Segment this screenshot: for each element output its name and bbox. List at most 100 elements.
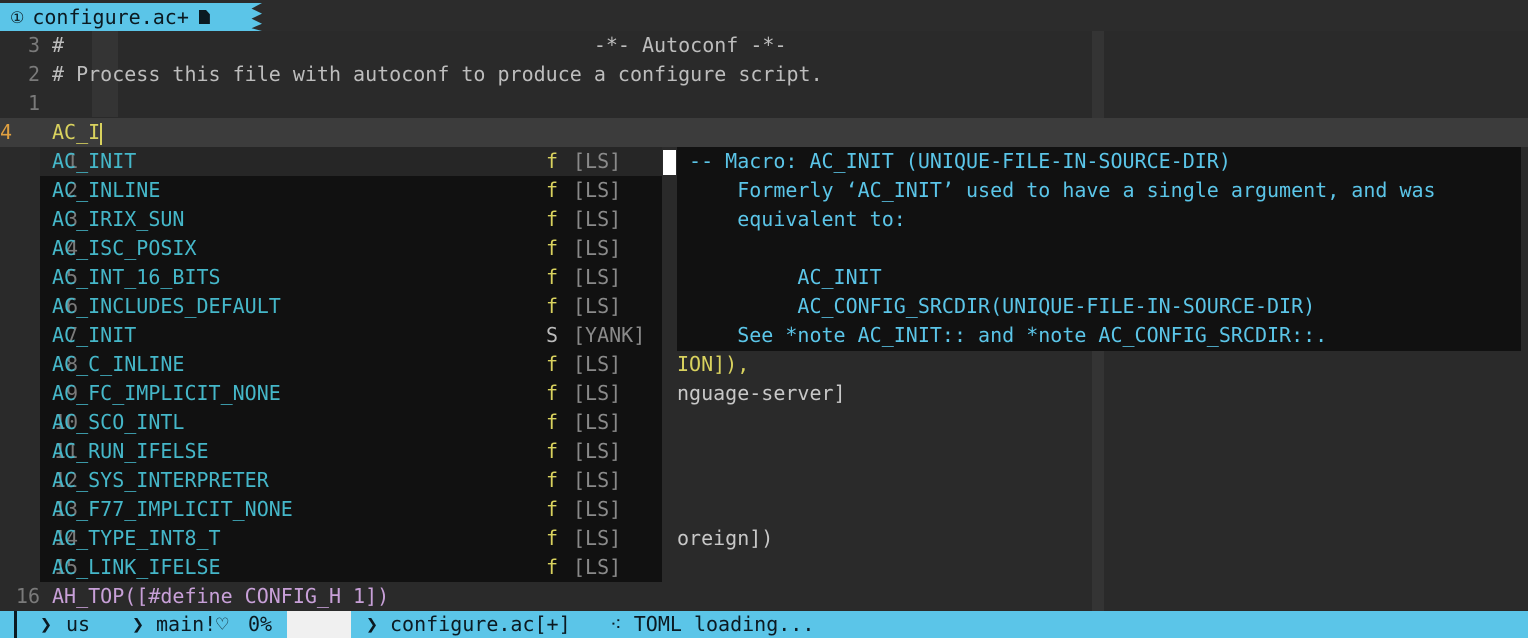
code-line: # -*- Autoconf -*- — [52, 33, 787, 57]
completion-source: [LS] — [573, 207, 622, 231]
completion-source: [LS] — [573, 236, 622, 260]
completion-item[interactable]: 14 AC_TYPE_INT8_T f [LS] — [40, 524, 662, 553]
completion-source: [LS] — [573, 265, 622, 289]
completion-item-label: AC_RUN_IFELSE — [52, 437, 209, 466]
completion-rest: MPLICIT_NONE — [136, 381, 281, 405]
completion-kind: f — [546, 352, 559, 376]
tab-configure-ac[interactable]: ① configure.ac+ — [0, 3, 262, 31]
completion-kind: f — [546, 526, 559, 550]
completion-item[interactable]: 1 AC_INIT f [LS] — [40, 147, 662, 176]
doc-line: AC_CONFIG_SRCDIR(UNIQUE-FILE-IN-SOURCE-D… — [677, 294, 1316, 318]
completion-item[interactable]: 3 AC_IRIX_SUN f [LS] — [40, 205, 662, 234]
completion-source: [LS] — [573, 497, 622, 521]
completion-rest: MPLICIT_NONE — [148, 497, 293, 521]
completion-kind: f — [546, 381, 559, 405]
completion-source: [LS] — [573, 555, 622, 579]
current-line-number: 4 — [0, 120, 13, 144]
completion-source: [YANK] — [573, 323, 646, 347]
code-line: AH_TOP([#define CONFIG_H 1]) — [52, 584, 390, 608]
completion-kind: f — [546, 555, 559, 579]
completion-item[interactable]: 13 AC_F77_IMPLICIT_NONE f [LS] — [40, 495, 662, 524]
completion-item-label: AC_ISC_POSIX — [52, 234, 197, 263]
line-number: 2 — [27, 62, 40, 86]
completion-rest: NLINE — [100, 178, 161, 202]
git-branch[interactable]: main!♡ — [156, 611, 228, 638]
completion-rest: NT_16_BITS — [100, 265, 221, 289]
code-fragment: oreign]) — [677, 526, 774, 550]
tab-bar: ① configure.ac+ — [0, 0, 1528, 31]
completion-match: AC_I — [52, 178, 101, 202]
completion-item-label: AC_FC_IMPLICIT_NONE — [52, 379, 281, 408]
completion-source: [LS] — [573, 178, 622, 202]
completion-item[interactable]: 15 AC_LINK_IFELSE f [LS] — [40, 553, 662, 582]
file-icon — [198, 10, 210, 24]
completion-menu[interactable]: 1 AC_INIT f [LS] 2 AC_INLINE f [LS] 3 AC_IRIX_SUN… — [40, 147, 662, 582]
completion-kind: f — [546, 497, 559, 521]
completion-rest: RIX_SUN — [100, 207, 185, 231]
code-fragment: nguage-server] — [677, 381, 846, 405]
completion-rest: NCLUDES_DEFAULT — [100, 294, 281, 318]
completion-source: [LS] — [573, 410, 622, 434]
completion-item[interactable]: 5 AC_INT_16_BITS f [LS] — [40, 263, 662, 292]
completion-item-label: AC_INIT — [52, 321, 136, 350]
doc-line: See *note AC_INIT:: and *note AC_CONFIG_… — [677, 323, 1328, 347]
code-fragment: ION]), — [677, 350, 749, 379]
completion-source: [LS] — [573, 294, 622, 318]
completion-kind: f — [546, 294, 559, 318]
completion-item-label: AC_TYPE_INT8_T — [52, 524, 221, 553]
completion-rest: SC_POSIX — [100, 236, 197, 260]
completion-source: [LS] — [573, 149, 622, 173]
completion-item[interactable]: 7 AC_INIT S [YANK] — [40, 321, 662, 350]
line-number: 3 — [27, 33, 40, 57]
completion-match: AC_FC_I — [52, 381, 137, 405]
doc-line: -- Macro: AC_INIT (UNIQUE-FILE-IN-SOURCE… — [677, 149, 1231, 173]
doc-line: Formerly ‘AC_INIT’ used to have a single… — [677, 178, 1436, 202]
completion-match: AC_I — [52, 323, 101, 347]
file-icon: ❯ — [366, 612, 379, 636]
completion-item[interactable]: 4 AC_ISC_POSIX f [LS] — [40, 234, 662, 263]
completion-item-label: AC_C_INLINE — [52, 350, 184, 379]
completion-match: AC_I — [52, 265, 101, 289]
mode-indicator — [14, 611, 17, 638]
completion-rest: NT8_T — [160, 526, 221, 550]
completion-match: AC_I — [52, 236, 101, 260]
completion-item-label: AC_INIT — [52, 147, 136, 176]
completion-item[interactable]: 9 AC_FC_IMPLICIT_NONE f [LS] — [40, 379, 662, 408]
completion-rest: NTL — [148, 410, 185, 434]
completion-item-label: AC_INLINE — [52, 176, 160, 205]
completion-item[interactable]: 12 AC_SYS_INTERPRETER f [LS] — [40, 466, 662, 495]
completion-rest: NIT — [100, 149, 137, 173]
completion-match: AC_C_I — [52, 352, 125, 376]
completion-item[interactable]: 6 AC_INCLUDES_DEFAULT f [LS] — [40, 292, 662, 321]
completion-item-label: AC_SCO_INTL — [52, 408, 184, 437]
doc-line: equivalent to: — [677, 207, 906, 231]
current-line-highlight — [0, 118, 1528, 147]
scroll-percent: 0% — [248, 612, 273, 636]
text-cursor — [100, 122, 103, 145]
completion-match: AC_I — [52, 207, 101, 231]
completion-kind: S — [546, 323, 559, 347]
completion-item[interactable]: 10 AC_SCO_INTL f [LS] — [40, 408, 662, 437]
completion-kind: f — [546, 265, 559, 289]
completion-match: AC_LINK_I — [52, 555, 161, 579]
completion-item[interactable]: 2 AC_INLINE f [LS] — [40, 176, 662, 205]
completion-kind: f — [546, 178, 559, 202]
tab-title: configure.ac+ — [32, 5, 189, 29]
completion-item-label: AC_IRIX_SUN — [52, 205, 184, 234]
code-line-current[interactable]: AC_I — [52, 118, 103, 147]
completion-match: AC_TYPE_I — [52, 526, 161, 550]
git-branch-icon: ❯ — [132, 612, 145, 636]
completion-rest: NTERPRETER — [148, 468, 269, 492]
typed-text: AC_I — [52, 120, 101, 144]
keymap-label: us — [66, 612, 91, 636]
line-number: 16 — [15, 584, 40, 608]
completion-source: [LS] — [573, 526, 622, 550]
completion-item[interactable]: 11 AC_RUN_IFELSE f [LS] — [40, 437, 662, 466]
completion-source: [LS] — [573, 468, 622, 492]
completion-scrollbar-thumb[interactable] — [663, 150, 676, 175]
documentation-popup: -- Macro: AC_INIT (UNIQUE-FILE-IN-SOURCE… — [677, 147, 1521, 351]
completion-rest: NIT — [100, 323, 137, 347]
completion-item[interactable]: 8 AC_C_INLINE f [LS] — [40, 350, 662, 379]
doc-line: AC_INIT — [677, 265, 882, 289]
completion-match: AC_I — [52, 149, 101, 173]
